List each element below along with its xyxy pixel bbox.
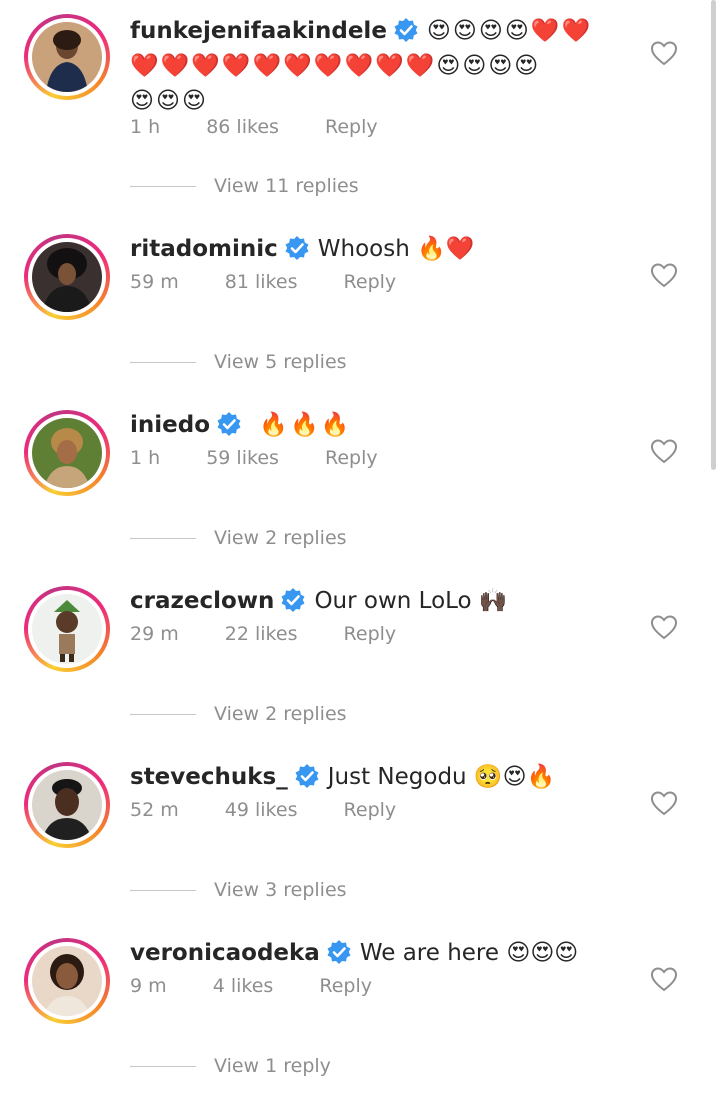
likes-count[interactable]: 4 likes	[213, 975, 274, 997]
comment-meta: 59 m 81 likes Reply	[130, 271, 396, 293]
verified-badge-icon	[327, 940, 351, 964]
scrollbar[interactable]	[711, 0, 716, 470]
username[interactable]: veronicaodeka	[130, 940, 320, 966]
avatar[interactable]	[24, 938, 110, 1024]
comment-text: Our own LoLo 🙌🏿	[314, 588, 508, 614]
likes-count[interactable]: 59 likes	[206, 447, 279, 469]
username[interactable]: ritadominic	[130, 236, 278, 262]
avatar[interactable]	[24, 586, 110, 672]
divider	[130, 362, 196, 363]
view-replies-button[interactable]: View 2 replies	[130, 527, 347, 551]
comment-text: 😍😍😍😍❤️❤️	[426, 18, 593, 44]
comment-body: stevechuks_ Just Negodu 🥺😍🔥	[130, 760, 630, 795]
heart-outline-icon[interactable]	[650, 966, 678, 992]
view-replies-button[interactable]: View 2 replies	[130, 703, 347, 727]
likes-count[interactable]: 49 likes	[225, 799, 298, 821]
comment-meta: 1 h 59 likes Reply	[130, 447, 378, 469]
timestamp: 52 m	[130, 799, 179, 821]
comment-item: iniedo 🔥🔥🔥 1 h 59 likes Reply View 2 rep…	[0, 410, 720, 560]
likes-count[interactable]: 22 likes	[225, 623, 298, 645]
heart-outline-icon[interactable]	[650, 790, 678, 816]
likes-count[interactable]: 86 likes	[206, 116, 279, 138]
timestamp: 29 m	[130, 623, 179, 645]
divider	[130, 890, 196, 891]
heart-outline-icon[interactable]	[650, 614, 678, 640]
comment-meta: 29 m 22 likes Reply	[130, 623, 396, 645]
comment-body: ritadominic Whoosh 🔥❤️	[130, 232, 630, 267]
verified-badge-icon	[285, 236, 309, 260]
comment-meta: 52 m 49 likes Reply	[130, 799, 396, 821]
divider	[130, 1066, 196, 1067]
comment-body: funkejenifaakindele 😍😍😍😍❤️❤️ ❤️❤️❤️❤️❤️❤️…	[130, 14, 630, 119]
comment-text: 🔥🔥🔥	[250, 412, 352, 438]
comment-body: veronicaodeka We are here 😍😍😍	[130, 936, 630, 971]
reply-button[interactable]: Reply	[325, 116, 378, 138]
comment-text: Whoosh 🔥❤️	[317, 236, 475, 262]
comment-text: 😍😍😍	[130, 88, 208, 114]
comment-text: ❤️❤️❤️❤️❤️❤️❤️❤️❤️❤️😍😍😍😍	[130, 53, 541, 79]
timestamp: 9 m	[130, 975, 167, 997]
username[interactable]: stevechuks_	[130, 764, 288, 790]
reply-button[interactable]: Reply	[344, 271, 397, 293]
comment-text: Just Negodu 🥺😍🔥	[327, 764, 556, 790]
username[interactable]: funkejenifaakindele	[130, 18, 387, 44]
avatar[interactable]	[24, 762, 110, 848]
view-replies-button[interactable]: View 5 replies	[130, 351, 347, 375]
comment-meta: 1 h 86 likes Reply	[130, 116, 378, 138]
heart-outline-icon[interactable]	[650, 438, 678, 464]
comment-item: crazeclown Our own LoLo 🙌🏿 29 m 22 likes …	[0, 586, 720, 736]
view-replies-button[interactable]: View 11 replies	[130, 175, 359, 199]
reply-button[interactable]: Reply	[344, 799, 397, 821]
divider	[130, 538, 196, 539]
verified-badge-icon	[295, 764, 319, 788]
likes-count[interactable]: 81 likes	[225, 271, 298, 293]
reply-button[interactable]: Reply	[325, 447, 378, 469]
comment-item: veronicaodeka We are here 😍😍😍 9 m 4 likes…	[0, 938, 720, 1088]
view-replies-button[interactable]: View 1 reply	[130, 1055, 331, 1079]
avatar[interactable]	[24, 410, 110, 496]
comment-item: funkejenifaakindele 😍😍😍😍❤️❤️ ❤️❤️❤️❤️❤️❤️…	[0, 10, 720, 210]
reply-button[interactable]: Reply	[319, 975, 372, 997]
username[interactable]: crazeclown	[130, 588, 274, 614]
username[interactable]: iniedo	[130, 412, 210, 438]
divider	[130, 714, 196, 715]
timestamp: 1 h	[130, 447, 161, 469]
comment-item: stevechuks_ Just Negodu 🥺😍🔥 52 m 49 likes…	[0, 762, 720, 912]
timestamp: 59 m	[130, 271, 179, 293]
timestamp: 1 h	[130, 116, 161, 138]
verified-badge-icon	[217, 412, 241, 436]
reply-button[interactable]: Reply	[344, 623, 397, 645]
verified-badge-icon	[281, 588, 305, 612]
heart-outline-icon[interactable]	[650, 40, 678, 66]
view-replies-button[interactable]: View 3 replies	[130, 879, 347, 903]
comment-item: ritadominic Whoosh 🔥❤️ 59 m 81 likes Repl…	[0, 234, 720, 384]
heart-outline-icon[interactable]	[650, 262, 678, 288]
avatar[interactable]	[24, 14, 110, 100]
divider	[130, 186, 196, 187]
comment-body: iniedo 🔥🔥🔥	[130, 408, 630, 443]
comment-body: crazeclown Our own LoLo 🙌🏿	[130, 584, 630, 619]
verified-badge-icon	[394, 18, 418, 42]
comment-text: We are here 😍😍😍	[359, 940, 579, 966]
comment-meta: 9 m 4 likes Reply	[130, 975, 372, 997]
avatar[interactable]	[24, 234, 110, 320]
